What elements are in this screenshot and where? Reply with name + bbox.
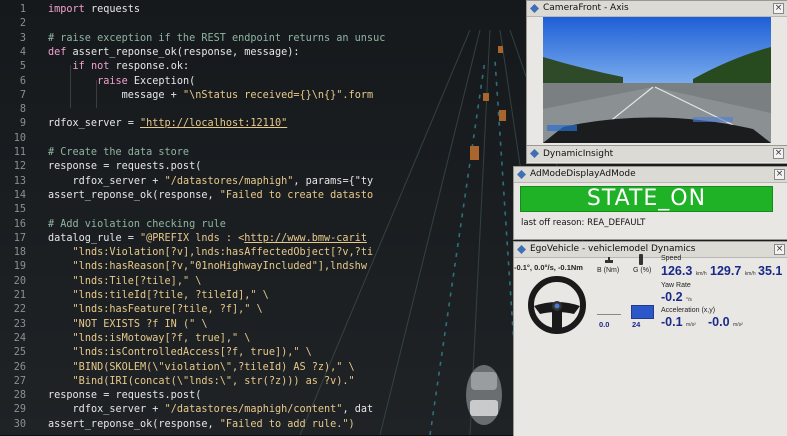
close-icon[interactable]: ×: [773, 3, 784, 14]
panel-diamond-icon: [517, 170, 526, 179]
close-icon[interactable]: ×: [774, 169, 785, 180]
dynamic-insight-panel[interactable]: DynamicInsight ×: [526, 145, 787, 164]
code-token: assert_reponse_ok(response,: [48, 189, 220, 201]
accel-y-value: -0.0 m/s²: [708, 315, 743, 329]
admode-titlebar[interactable]: AdModeDisplayAdMode ×: [514, 167, 787, 183]
code-token: if not: [72, 61, 110, 73]
steering-readout: -0.1°, 0.0°/s, -0.1Nm: [514, 263, 583, 272]
code-token: Exception(: [127, 75, 196, 87]
code-token: , params={"ty: [293, 175, 374, 187]
accel-x-value: -0.1 m/s²: [661, 315, 696, 329]
code-token: "lnds:Violation[?v],lnds:hasAffectedObje…: [72, 247, 374, 259]
brake-bar: [597, 314, 621, 315]
code-token: "@PREFIX lnds : <: [140, 232, 245, 244]
code-token: , dat: [342, 404, 374, 416]
close-icon[interactable]: ×: [773, 148, 784, 159]
steering-wheel-icon: [528, 276, 586, 334]
code-token: "lnds:isControlledAccess[?f, true])," \: [72, 347, 312, 359]
camera-front-panel[interactable]: CameraFront - Axis ×: [526, 0, 787, 147]
code-token: # Add violation checking rule: [48, 218, 226, 230]
code-token: # raise exception if the REST endpoint r…: [48, 32, 386, 44]
state-indicator: STATE_ON: [520, 186, 773, 212]
gas-label: G (%): [633, 267, 652, 274]
camera-titlebar[interactable]: CameraFront - Axis ×: [527, 1, 787, 17]
camera-title: CameraFront - Axis: [543, 3, 629, 13]
code-token: # Create the data store: [48, 147, 190, 158]
code-editor[interactable]: 1 import requests 2 3 # raise exception if t…: [0, 0, 520, 435]
camera-image: [543, 17, 771, 143]
admode-display-panel[interactable]: AdModeDisplayAdMode × STATE_ON last off …: [513, 166, 787, 240]
indent-guide: [70, 65, 71, 109]
panel-diamond-icon: [517, 245, 526, 254]
code-token: rdfox_server =: [48, 118, 141, 130]
brake-label: B (Nm): [597, 267, 620, 274]
indent-guide: [96, 79, 97, 109]
gas-pedal-icon: [639, 254, 643, 265]
code-token: "\nStatus received={}\n{}".form: [182, 89, 374, 101]
code-token: def: [48, 46, 67, 58]
code-token: message +: [121, 89, 183, 101]
code-token: assert_reponse_ok(response, message):: [66, 46, 300, 58]
code-token: requests: [84, 4, 141, 15]
code-token: "lnds:hasReason[?v,"01noHighwayIncluded"…: [72, 261, 367, 273]
acceleration-indicator: [631, 305, 654, 319]
ego-titlebar[interactable]: EgoVehicle - vehiclemodel Dynamics ×: [514, 242, 787, 258]
code-token: "/datastores/maphigh/content": [164, 404, 343, 416]
code-token: raise: [97, 75, 128, 87]
insight-title: DynamicInsight: [543, 149, 614, 159]
insight-titlebar[interactable]: DynamicInsight ×: [527, 146, 787, 162]
close-icon[interactable]: ×: [774, 244, 785, 255]
yaw-value: -0.2 °/s: [661, 290, 692, 304]
code-token: "lnds:isMotoway[?f, true]," \: [72, 332, 251, 344]
yaw-label: Yaw Rate: [661, 282, 691, 289]
line-number: 30: [13, 418, 26, 430]
speed-label: Speed: [661, 255, 682, 262]
code-token: "http://localhost:12110": [140, 118, 288, 130]
code-token: assert_reponse_ok(response,: [48, 418, 220, 430]
last-off-reason: last off reason: REA_DEFAULT: [521, 218, 646, 228]
panel-diamond-icon: [530, 149, 539, 158]
brake-pedal-icon: [605, 257, 613, 263]
code-token: "NOT EXISTS ?f IN (" \: [72, 318, 208, 330]
speed-value-2: 129.7 km/h: [710, 264, 756, 278]
code-token: "/datastores/maphigh": [164, 175, 294, 187]
code-token: "lnds:hasFeature[?tile, ?f]," \: [72, 304, 263, 316]
code-token: response.ok:: [109, 61, 190, 73]
admode-title: AdModeDisplayAdMode: [530, 169, 636, 179]
code-token: "Bind(IRI(concat(\"lnds:\", str(?z))) as…: [72, 375, 355, 387]
brake-value: 0.0: [599, 320, 610, 329]
code-token: rdfox_server +: [72, 175, 165, 187]
speed-value-1: 126.3 km/h: [661, 264, 707, 278]
code-token: "BIND(SKOLEM(\"violation\",?tileId) AS ?…: [72, 361, 355, 373]
code-token: "Failed to add rule."): [219, 418, 355, 430]
code-token: response = requests.post(: [48, 390, 202, 402]
speed-value-3: 35.1: [758, 264, 783, 278]
code-token: import: [48, 4, 85, 15]
ego-vehicle-dynamics-panel[interactable]: EgoVehicle - vehiclemodel Dynamics × -0.…: [513, 241, 787, 436]
code-token: "Failed to create datasto: [219, 189, 374, 201]
code-token: "lnds:tileId[?tile, ?tileId]," \: [72, 290, 269, 301]
code-token: http://www.bmw-carit: [244, 232, 367, 244]
code-token: rdfox_server +: [72, 404, 165, 416]
ego-title: EgoVehicle - vehiclemodel Dynamics: [530, 244, 696, 254]
panel-diamond-icon: [530, 4, 539, 13]
code-token: "lnds:Tile[?tile]," \: [72, 275, 202, 287]
code-token: datalog_rule =: [48, 232, 141, 244]
code-token: response = requests.post(: [48, 161, 202, 173]
gas-value: 24: [632, 320, 641, 329]
code-line[interactable]: 30 assert_reponse_ok(response, "Failed to…: [0, 416, 520, 433]
accel-label: Acceleration (x,y): [661, 307, 716, 314]
